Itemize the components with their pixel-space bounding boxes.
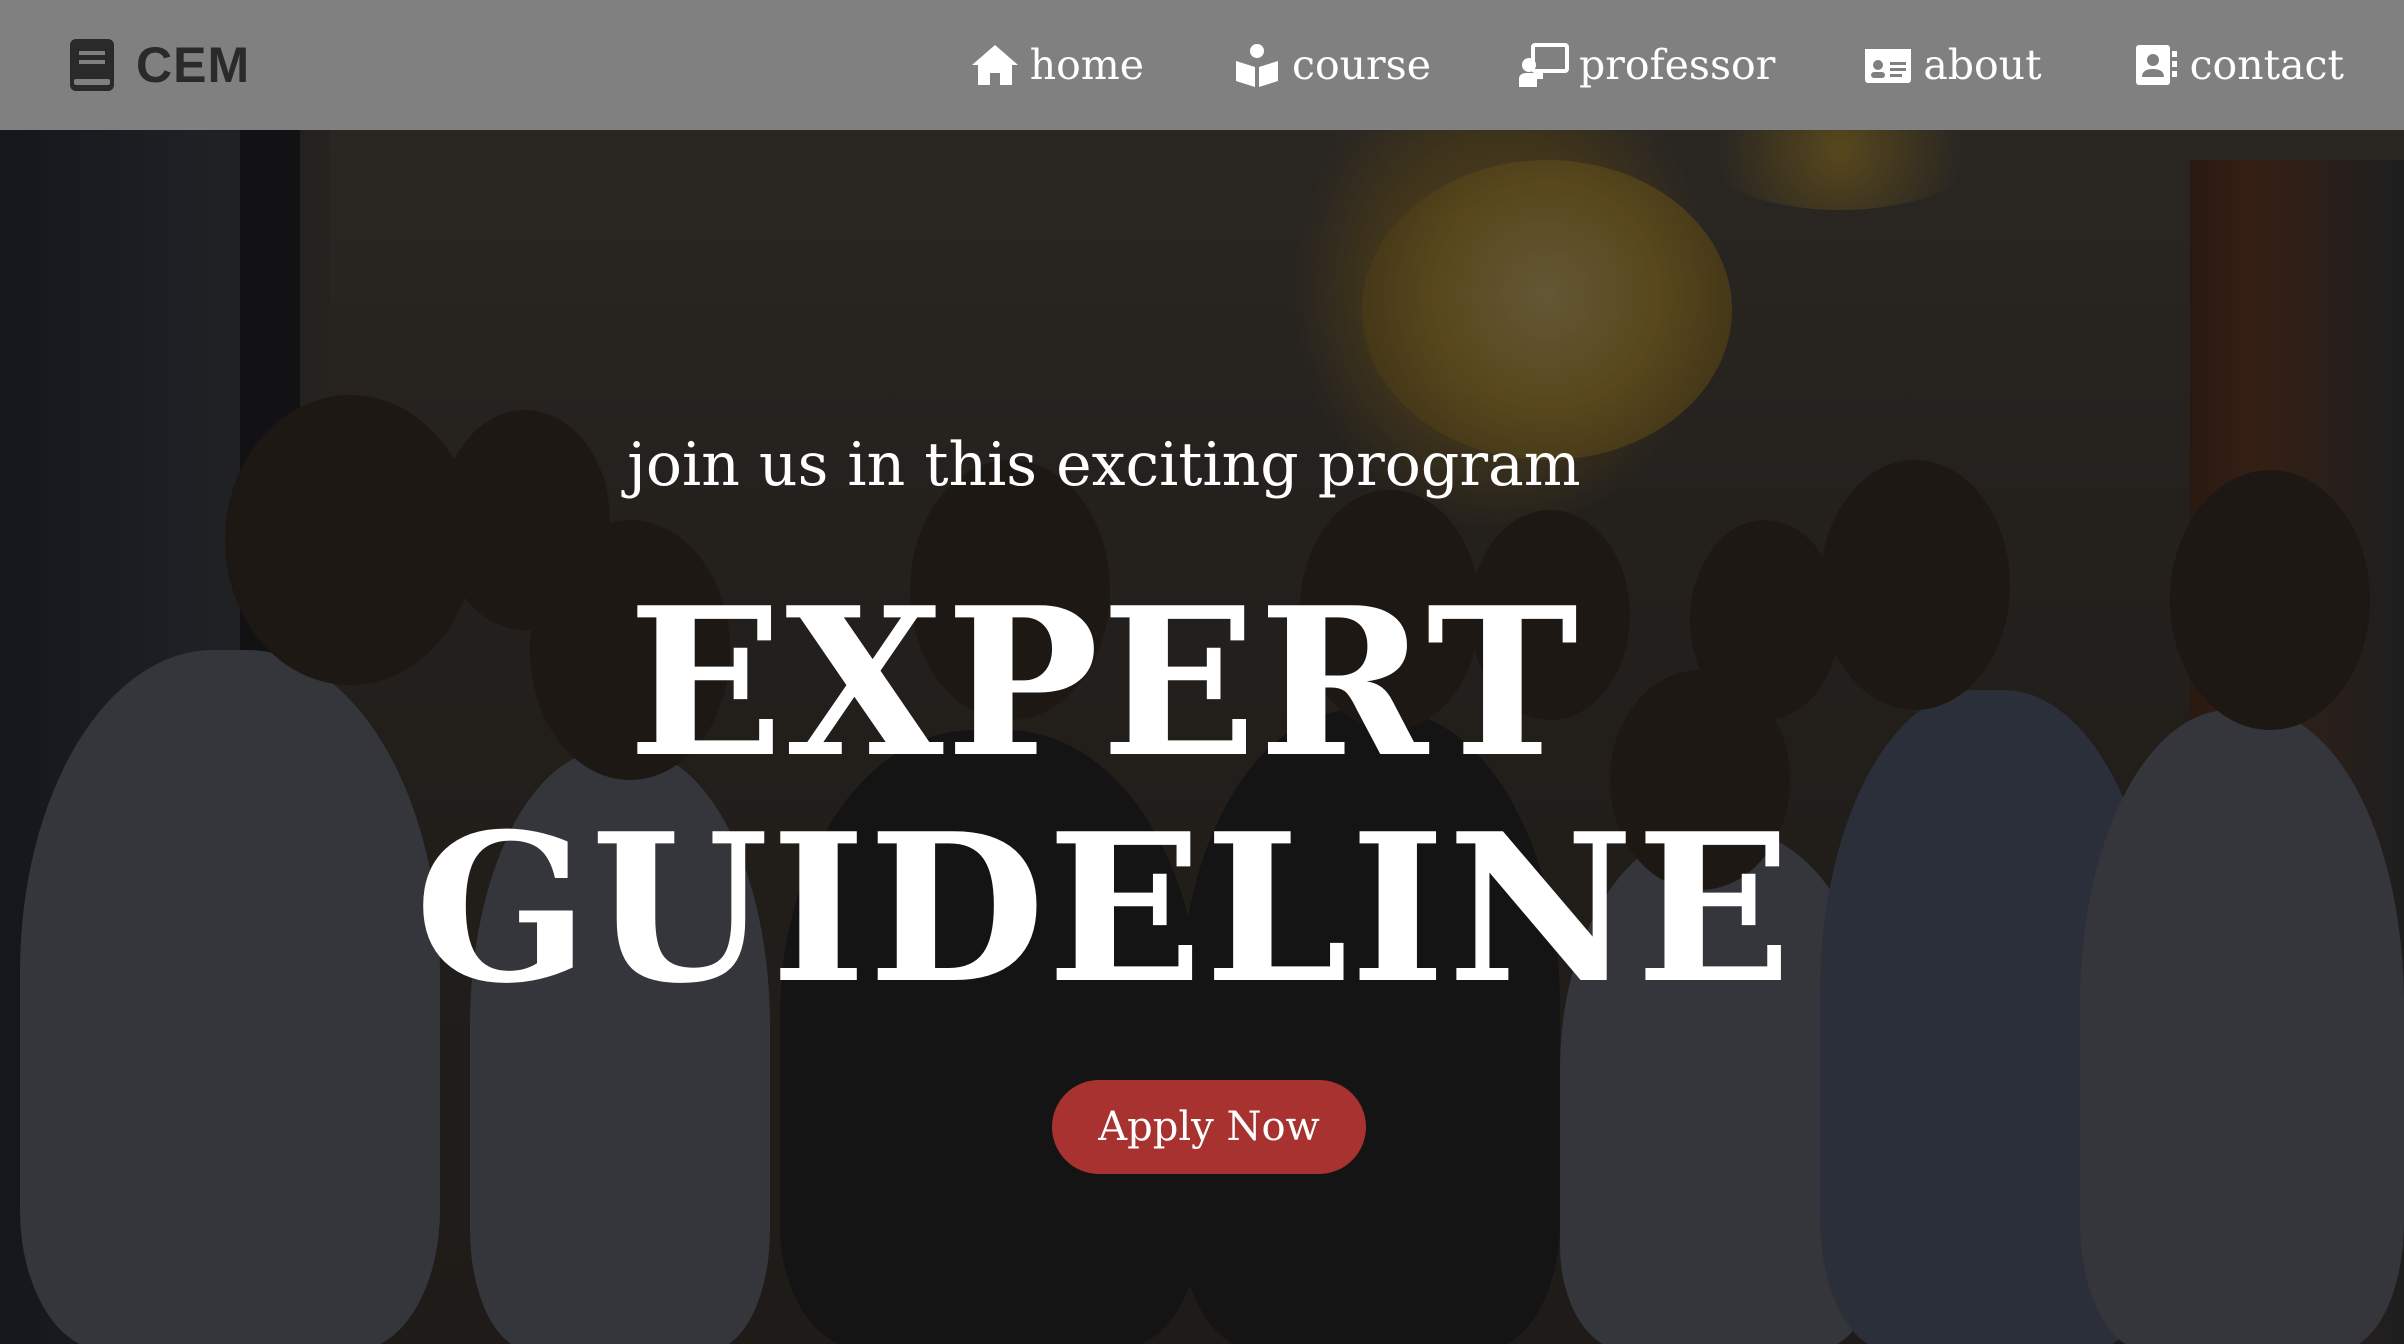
hero-section: join us in this exciting program EXPERT … [0, 130, 2404, 1344]
nav-item-home[interactable]: home [970, 41, 1144, 89]
landing-page: CEM home course professor about contact … [0, 0, 2404, 1344]
hero-tagline: join us in this exciting program [627, 430, 1581, 500]
nav-item-professor[interactable]: professor [1518, 41, 1776, 89]
hero-headline-line1: EXPERT [627, 563, 1581, 803]
nav-item-contact[interactable]: contact [2130, 41, 2344, 89]
book-icon [70, 39, 114, 91]
nav-label-professor: professor [1578, 41, 1776, 89]
nav-label-course: course [1292, 41, 1431, 89]
hero-content: join us in this exciting program EXPERT … [0, 130, 2404, 1344]
home-icon [971, 45, 1018, 85]
brand-logo[interactable]: CEM [70, 36, 250, 94]
hero-headline: EXPERT GUIDELINE [0, 570, 2404, 1022]
nav-label-about: about [1923, 41, 2042, 89]
address-book-icon [2135, 45, 2177, 85]
hero-headline-line2: GUIDELINE [414, 789, 1794, 1029]
chalkboard-teacher-icon [1518, 43, 1569, 87]
id-card-icon [1865, 49, 1912, 83]
brand-name: CEM [136, 37, 251, 93]
nav-item-course[interactable]: course [1232, 41, 1431, 89]
apply-now-button[interactable]: Apply Now [1052, 1080, 1366, 1174]
nav-label-contact: contact [2189, 41, 2344, 89]
book-reader-icon [1236, 44, 1278, 87]
nav-label-home: home [1029, 41, 1144, 89]
top-navbar: CEM home course professor about contact [0, 0, 2404, 130]
nav-item-about[interactable]: about [1863, 41, 2042, 89]
main-nav: home course professor about contact [970, 41, 2344, 89]
